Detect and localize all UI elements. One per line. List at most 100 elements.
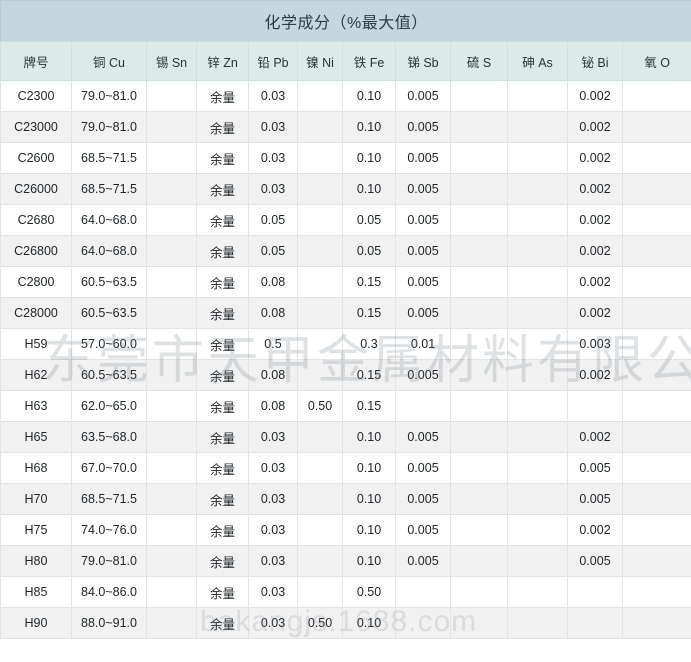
table-row: C23000 79.0~81.0 余量 0.03 0.10 0.005 0.002 — [0, 111, 691, 143]
cell-value: 0.10 — [342, 545, 396, 577]
cell-value: 0.005 — [395, 204, 451, 236]
cell-value — [146, 328, 197, 360]
column-header-8: 硫 S — [450, 41, 508, 81]
cell-value: 余量 — [196, 297, 249, 329]
cell-value: 0.002 — [567, 421, 623, 453]
column-header-5: 镍 Ni — [297, 41, 343, 81]
cell-value — [450, 204, 508, 236]
cell-value: 0.08 — [248, 390, 298, 422]
cell-value: 0.10 — [342, 514, 396, 546]
cell-value: 0.005 — [395, 235, 451, 267]
cell-value — [450, 266, 508, 298]
cell-value — [450, 328, 508, 360]
cell-value: 余量 — [196, 235, 249, 267]
cell-value: 0.03 — [248, 545, 298, 577]
cell-value: 余量 — [196, 142, 249, 174]
table-row: C28000 60.5~63.5 余量 0.08 0.15 0.005 0.002 — [0, 297, 691, 329]
cell-value: 0.002 — [567, 204, 623, 236]
table-row: H63 62.0~65.0 余量 0.08 0.50 0.15 — [0, 390, 691, 422]
table-row: C2600 68.5~71.5 余量 0.03 0.10 0.005 0.002 — [0, 142, 691, 174]
cell-value — [567, 390, 623, 422]
column-header-2: 锡 Sn — [146, 41, 197, 81]
cell-value — [621, 80, 691, 112]
cell-value: 0.005 — [395, 483, 451, 515]
table-row: H68 67.0~70.0 余量 0.03 0.10 0.005 0.005 — [0, 452, 691, 484]
cell-value: 0.03 — [248, 607, 298, 639]
cell-value — [621, 359, 691, 391]
cell-value — [297, 235, 343, 267]
cell-value — [507, 297, 568, 329]
cell-value — [621, 142, 691, 174]
cell-value: 0.005 — [395, 111, 451, 143]
cell-grade: C26800 — [0, 235, 72, 267]
cell-grade: C26000 — [0, 173, 72, 205]
cell-value — [146, 235, 197, 267]
cell-value — [297, 297, 343, 329]
cell-value — [297, 266, 343, 298]
table-row: C2300 79.0~81.0 余量 0.03 0.10 0.005 0.002 — [0, 80, 691, 112]
cell-value: 0.10 — [342, 421, 396, 453]
cell-value — [146, 514, 197, 546]
table-row: H62 60.5~63.5 余量 0.08 0.15 0.005 0.002 — [0, 359, 691, 391]
cell-value: 0.05 — [248, 204, 298, 236]
cell-value: 0.15 — [342, 359, 396, 391]
table-row: C2680 64.0~68.0 余量 0.05 0.05 0.005 0.002 — [0, 204, 691, 236]
cell-value — [146, 483, 197, 515]
cell-value — [146, 452, 197, 484]
cell-value: 0.10 — [342, 80, 396, 112]
table-title-row: 化学成分（%最大值） — [0, 0, 691, 42]
cell-grade: H90 — [0, 607, 72, 639]
column-header-0: 牌号 — [0, 41, 72, 81]
cell-value — [507, 173, 568, 205]
cell-value — [450, 545, 508, 577]
cell-value — [507, 452, 568, 484]
cell-value — [621, 483, 691, 515]
cell-value: 余量 — [196, 328, 249, 360]
cell-value: 0.005 — [395, 266, 451, 298]
cell-value — [297, 421, 343, 453]
cell-grade: H65 — [0, 421, 72, 453]
cell-value: 余量 — [196, 421, 249, 453]
cell-grade: H68 — [0, 452, 72, 484]
cell-value — [507, 266, 568, 298]
cell-value — [507, 204, 568, 236]
cell-value: 79.0~81.0 — [71, 111, 147, 143]
cell-value: 0.3 — [342, 328, 396, 360]
cell-value — [567, 576, 623, 608]
cell-grade: C2300 — [0, 80, 72, 112]
column-header-9: 砷 As — [507, 41, 568, 81]
cell-value — [621, 390, 691, 422]
cell-value — [146, 359, 197, 391]
table-row: C26000 68.5~71.5 余量 0.03 0.10 0.005 0.002 — [0, 173, 691, 205]
cell-value: 余量 — [196, 483, 249, 515]
cell-value: 0.08 — [248, 266, 298, 298]
cell-value — [507, 576, 568, 608]
cell-value — [450, 390, 508, 422]
cell-value — [450, 607, 508, 639]
cell-value: 余量 — [196, 266, 249, 298]
cell-value — [297, 576, 343, 608]
cell-grade: H70 — [0, 483, 72, 515]
cell-value — [450, 142, 508, 174]
cell-value — [507, 142, 568, 174]
cell-value — [621, 576, 691, 608]
cell-value: 余量 — [196, 607, 249, 639]
cell-value — [297, 514, 343, 546]
cell-value: 67.0~70.0 — [71, 452, 147, 484]
cell-value — [450, 111, 508, 143]
cell-value — [621, 545, 691, 577]
cell-value: 0.03 — [248, 452, 298, 484]
cell-value — [297, 483, 343, 515]
cell-value: 0.08 — [248, 297, 298, 329]
cell-value — [297, 111, 343, 143]
cell-value — [146, 142, 197, 174]
cell-value: 88.0~91.0 — [71, 607, 147, 639]
cell-value: 0.03 — [248, 483, 298, 515]
cell-value: 0.05 — [342, 204, 396, 236]
cell-value: 0.002 — [567, 80, 623, 112]
cell-value: 0.003 — [567, 328, 623, 360]
cell-value — [297, 328, 343, 360]
cell-value: 余量 — [196, 545, 249, 577]
cell-value: 0.005 — [395, 80, 451, 112]
cell-value — [507, 390, 568, 422]
